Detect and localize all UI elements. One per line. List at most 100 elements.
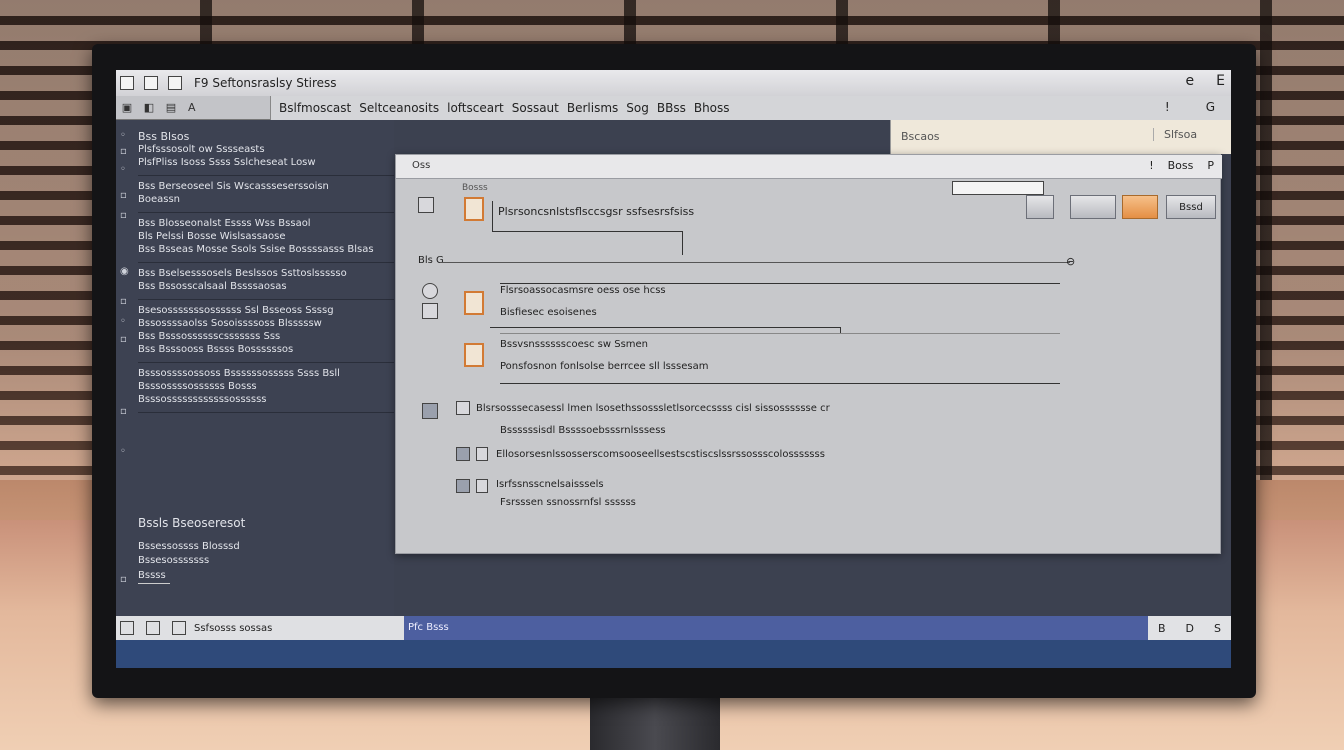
dialog-body: Bosss Bssd Plsrsoncsnlstsflsccsgsr ssfse… (396, 179, 1222, 555)
title-bar: F9 Seftonsraslsy Stiress e E (116, 70, 1231, 96)
status-text: Ssfsosss sossas (194, 622, 273, 634)
option-checkbox[interactable] (464, 291, 484, 315)
sidebar-row: Bss Berseoseel Sis Wscassseserssoisn (138, 181, 329, 192)
sidebar-group[interactable]: Bss Berseoseel Sis Wscassseserssoisn Boe… (138, 176, 394, 213)
sidebar-row: Bssossssaolss Sosoissssoss Blsssssw (138, 318, 322, 329)
option-label: Plsrsoncsnlstsflsccsgsr ssfsesrsfsiss (498, 205, 695, 218)
open-icon[interactable]: ◧ (138, 101, 160, 114)
tool-label[interactable]: A (188, 101, 196, 114)
sidebar-row: Boeassn (138, 194, 181, 205)
menu-item[interactable]: loftsceart (447, 101, 504, 115)
sidebar-row: Bss Blsos (138, 130, 190, 143)
sidebar: ◦ ▫ ◦ ▫ ▫ ◉ ▫ ◦ ▫ ▫ ◦ ▫ Bss Blsos Plsfss… (116, 120, 394, 616)
minimize-button[interactable]: e (1186, 73, 1195, 89)
list-checkbox[interactable] (456, 401, 470, 415)
status-right-icon[interactable]: B (1158, 622, 1166, 635)
new-icon[interactable]: ▣ (116, 101, 138, 114)
sidebar-row: Bss Bsseas Mosse Ssols Ssise Bossssasss … (138, 244, 374, 255)
dialog-controls: ! Boss P (1149, 159, 1214, 172)
sidebar-row: Bsesosssssssossssss Ssl Bsseoss Ssssg (138, 305, 334, 316)
pin-icon[interactable]: P (1207, 159, 1214, 172)
option-checkbox[interactable] (464, 343, 484, 367)
slider-track[interactable] (440, 262, 1070, 263)
group2-line: Ponsfosnon fonlsolse berrcee sll lsssesa… (500, 361, 709, 372)
nav-icon[interactable]: ◦ (120, 130, 126, 141)
toolbar: ▣ ◧ ▤ A Bslfmoscast Seltceanosits loftsc… (116, 96, 1231, 120)
help-icon[interactable]: ! (1149, 159, 1153, 172)
menu-item[interactable]: Bhoss (694, 101, 730, 115)
sidebar-group[interactable]: Bss Blosseonalst Essss Wss Bssaol Bls Pe… (138, 213, 394, 263)
nav-icon[interactable]: ▫ (120, 406, 127, 417)
list-checkbox[interactable] (476, 479, 488, 493)
menu-item[interactable]: Seltceanosits (359, 101, 439, 115)
sidebar-row: Bss Bsssooss Bssss Bossssssos (138, 344, 294, 355)
edit-icon[interactable] (422, 303, 438, 319)
nav-icon[interactable]: ◦ (120, 446, 126, 457)
list-checkbox[interactable] (476, 447, 488, 461)
menu-item[interactable]: BBss (657, 101, 686, 115)
nav-icon[interactable]: ▫ (120, 574, 127, 585)
sidebar-row: Bss Bsssosssssscsssssss Sss (138, 331, 281, 342)
status-icon[interactable] (146, 621, 160, 635)
divider (500, 333, 1060, 334)
sidebar-group[interactable]: Bss Blsos Plsfsssosolt ow Sssseasts Plsf… (138, 126, 394, 176)
primary-button[interactable] (1122, 195, 1158, 219)
sidebar-group[interactable]: Bsesosssssssossssss Ssl Bsseoss Ssssg Bs… (138, 300, 394, 363)
group1-line: Flsrsoassocasmsre oess ose hcss (500, 285, 666, 296)
screen: F9 Seftonsraslsy Stiress e E ▣ ◧ ▤ A Bsl… (116, 70, 1231, 668)
window-controls: e E (1186, 73, 1225, 89)
nav-icon[interactable]: ◦ (120, 164, 126, 175)
ok-button[interactable]: Bssd (1166, 195, 1216, 219)
status-right-icon[interactable]: S (1214, 622, 1221, 635)
status-right-icon[interactable]: D (1186, 622, 1194, 635)
save-icon[interactable] (144, 76, 158, 90)
menu-item[interactable]: Bslfmoscast (279, 101, 351, 115)
sidebar-footer-row[interactable]: Bssss (138, 569, 170, 584)
list-checkbox[interactable] (456, 447, 470, 461)
nav-icon[interactable]: ▫ (120, 190, 127, 201)
folder-icon[interactable] (168, 76, 182, 90)
info-icon[interactable]: ! (1165, 100, 1170, 114)
sidebar-footer: Bssls Bseoseresot Bssessossss Blosssd Bs… (138, 516, 394, 584)
list-checkbox[interactable] (456, 479, 470, 493)
sidebar-list: Bss Blsos Plsfsssosolt ow Sssseasts Plsf… (138, 126, 394, 413)
nav-icon[interactable]: ▫ (120, 210, 127, 221)
menu-item[interactable]: Berlisms (567, 101, 618, 115)
small-action-button[interactable] (1026, 195, 1054, 219)
right-pane-tab[interactable]: Slfsoa (1153, 128, 1197, 141)
status-right: B D S (1148, 616, 1231, 640)
row-icon[interactable] (418, 197, 434, 213)
divider (500, 383, 1060, 384)
settings-icon[interactable]: G (1206, 100, 1215, 114)
menu-bar: Bslfmoscast Seltceanosits loftsceart Sos… (270, 96, 1231, 120)
menu-item[interactable]: Sossaut (512, 101, 559, 115)
list-icon[interactable] (422, 403, 438, 419)
sidebar-footer-row[interactable]: Bssessossss Blosssd (138, 540, 394, 554)
divider (500, 283, 1060, 284)
status-icon[interactable] (172, 621, 186, 635)
sidebar-row: Bsssossssssssssssossssss (138, 394, 267, 405)
nav-icon[interactable]: ▫ (120, 296, 127, 307)
nav-icon[interactable]: ◉ (120, 266, 129, 277)
radio-button[interactable] (422, 283, 438, 299)
sidebar-group[interactable]: Bsssossssossoss Bssssssosssss Ssss Bsll … (138, 363, 394, 413)
secondary-button[interactable] (1070, 195, 1116, 219)
status-left: Ssfsosss sossas (116, 616, 404, 640)
dialog-mode-button[interactable]: Boss (1168, 159, 1194, 172)
close-button[interactable]: E (1216, 73, 1225, 89)
slider-handle[interactable]: ⊖ (1066, 255, 1075, 268)
nav-icon[interactable]: ▫ (120, 334, 127, 345)
search-field[interactable] (952, 181, 1044, 195)
grid-icon[interactable]: ▤ (160, 101, 182, 114)
nav-icon[interactable]: ▫ (120, 146, 127, 157)
option-checkbox[interactable] (464, 197, 484, 221)
divider (492, 201, 493, 231)
divider (492, 231, 682, 232)
nav-icon[interactable]: ◦ (120, 316, 126, 327)
list-item-title: Isrfssnsscnelsaisssels (496, 479, 604, 490)
status-message: Pfc Bsss (404, 616, 1148, 640)
status-icon[interactable] (120, 621, 134, 635)
sidebar-footer-row[interactable]: Bssesosssssss (138, 554, 394, 568)
sidebar-group[interactable]: Bss Bselsesssosels Beslssos Ssttoslsssss… (138, 263, 394, 300)
menu-item[interactable]: Sog (626, 101, 649, 115)
